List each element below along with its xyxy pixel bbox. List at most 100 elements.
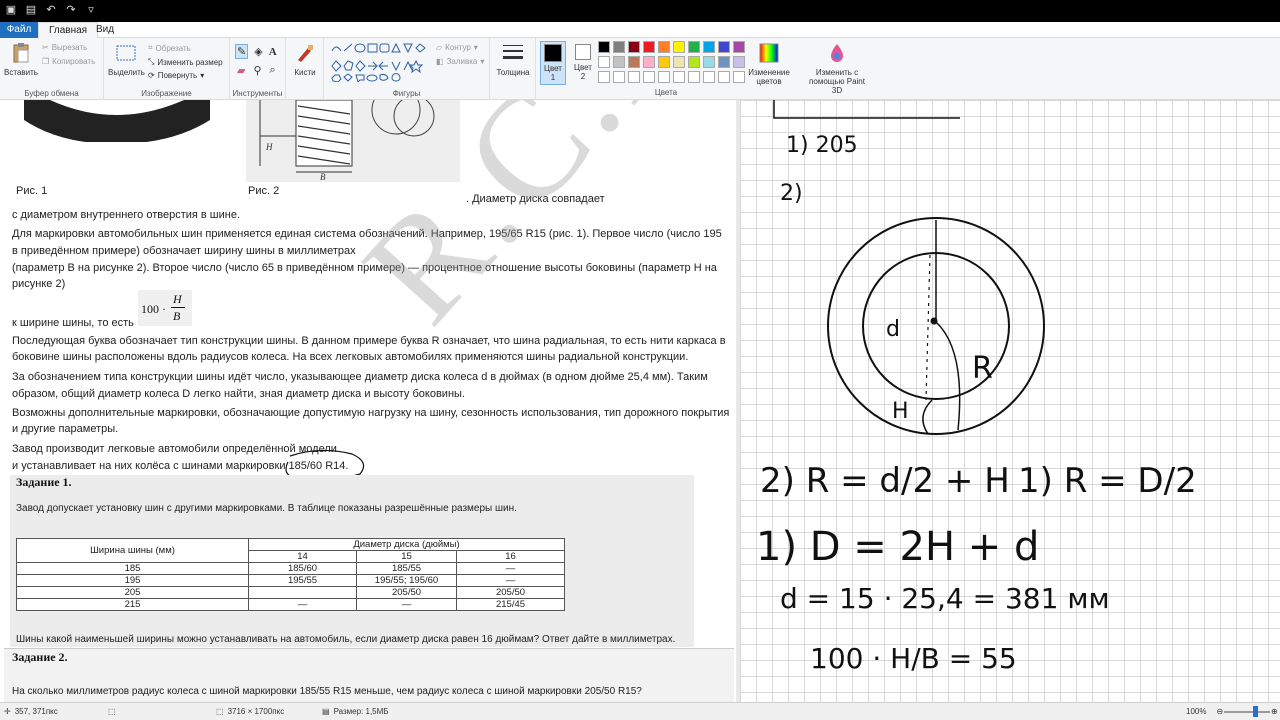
color-swatch[interactable] <box>673 56 685 68</box>
tab-view[interactable]: Вид <box>86 22 124 38</box>
resize-button[interactable]: ⤡ Изменить размер <box>148 57 223 67</box>
dimensions-icon: ⬚ <box>216 707 224 716</box>
equation-ratio: 100 · H/B = 55 <box>810 642 1017 675</box>
width-cell: 185 <box>16 562 249 575</box>
crop-button[interactable]: ⌗ Обрезать <box>148 43 191 53</box>
undo-icon[interactable]: ↶ <box>44 3 58 17</box>
crop-icon: ⌗ <box>148 43 153 52</box>
clipboard-icon <box>13 43 29 63</box>
table-cell: 185/55 <box>356 562 457 575</box>
color1-button[interactable]: Цвет 1 <box>540 41 566 85</box>
disk-icon: ▤ <box>322 707 330 716</box>
color-swatch[interactable] <box>628 56 640 68</box>
color-swatch[interactable] <box>673 71 685 83</box>
color-swatch[interactable] <box>598 56 610 68</box>
color-swatch[interactable] <box>718 56 730 68</box>
doc-line-12: и другие параметры. <box>12 423 119 435</box>
tab-file[interactable]: Файл <box>0 22 38 38</box>
brushes-button[interactable]: Кисти <box>290 42 320 77</box>
rotate-button[interactable]: ⟳ Повернуть ▾ <box>148 71 204 80</box>
eraser-icon[interactable]: ▰ <box>237 64 245 77</box>
color-swatch[interactable] <box>628 41 640 53</box>
equation-diameter: 1) D = 2H + d <box>756 524 1039 570</box>
doc-line-6: к ширине шины, то есть <box>12 317 134 329</box>
file-size: ▤ Размер: 1,5МБ <box>322 707 389 716</box>
color-swatch[interactable] <box>643 41 655 53</box>
formula-coefficient: 100 · <box>141 302 166 316</box>
color-swatch[interactable] <box>613 71 625 83</box>
equation-radius-big: 1) R = D/2 <box>1018 461 1197 501</box>
color2-button[interactable]: Цвет 2 <box>570 41 596 85</box>
rotate-label: Повернуть <box>157 71 198 80</box>
paste-button[interactable]: Вставить <box>4 42 38 77</box>
pencil-icon[interactable]: ✎ <box>235 44 249 59</box>
col-width-header: Ширина шины (мм) <box>16 538 249 563</box>
text-icon[interactable]: A <box>269 46 277 58</box>
customize-icon[interactable]: ▿ <box>84 3 98 17</box>
fill-bucket-icon[interactable]: ◈ <box>254 45 262 58</box>
diameter-14: 14 <box>248 550 357 563</box>
rotate-icon: ⟳ <box>148 71 155 80</box>
color-swatch[interactable] <box>613 41 625 53</box>
color-swatch[interactable] <box>703 71 715 83</box>
cut-label: Вырезать <box>51 43 88 52</box>
shapes-group-label: Фигуры <box>392 89 421 98</box>
selection-icon <box>116 45 136 61</box>
color-swatch[interactable] <box>598 41 610 53</box>
canvas-area[interactable]: H B Рис. 1 Рис. 2 . Диаметр диска совпад… <box>0 100 1280 702</box>
tools-row-1: ✎ ◈ A <box>235 44 277 59</box>
title-bar: ▣ ▤ ↶ ↷ ▿ <box>0 0 1280 22</box>
magnifier-icon[interactable]: ⌕ <box>270 64 276 77</box>
color-swatch[interactable] <box>643 56 655 68</box>
color-swatch[interactable] <box>658 56 670 68</box>
save-icon[interactable]: ▤ <box>24 3 38 17</box>
cut-button[interactable]: ✂ Вырезать <box>42 43 87 52</box>
color-swatch[interactable] <box>658 41 670 53</box>
zoom-out-button[interactable]: ⊖ <box>1216 707 1223 716</box>
resize-label: Изменить размер <box>157 57 223 67</box>
outline-dropdown[interactable]: ▱ Контур ▾ <box>436 43 478 52</box>
file-size-text: Размер: 1,5МБ <box>333 707 389 716</box>
select-button[interactable]: Выделить <box>108 42 145 77</box>
paint3d-label: Изменить с помощью Paint 3D <box>809 68 865 95</box>
color-swatch[interactable] <box>643 71 655 83</box>
copy-label: Копировать <box>52 57 96 66</box>
formula-numerator: H <box>173 292 182 306</box>
table-cell: 195/55 <box>248 574 357 587</box>
brush-icon <box>298 45 313 62</box>
tire-figure-1 <box>20 100 214 146</box>
color-swatch[interactable] <box>703 56 715 68</box>
zoom-slider-track[interactable] <box>1224 711 1270 713</box>
copy-button[interactable]: ❐ Копировать <box>42 57 95 66</box>
color-swatch[interactable] <box>718 71 730 83</box>
color-picker-icon[interactable]: ⚲ <box>253 64 261 77</box>
doc-line-1: с диаметром внутреннего отверстия в шине… <box>12 209 241 221</box>
tire-figure-2: H B <box>246 100 460 182</box>
shapes-gallery[interactable] <box>330 42 434 82</box>
paint3d-button[interactable]: Изменить с помощью Paint 3D <box>806 42 868 95</box>
color-swatch[interactable] <box>613 56 625 68</box>
doc-line-5: рисунке 2) <box>12 278 66 290</box>
color-swatch[interactable] <box>673 41 685 53</box>
table-row: 215— —215/45 <box>16 598 565 611</box>
color-swatch[interactable] <box>598 71 610 83</box>
color-swatch[interactable] <box>688 56 700 68</box>
color-swatch[interactable] <box>718 41 730 53</box>
redo-icon[interactable]: ↷ <box>64 3 78 17</box>
fill-dropdown[interactable]: ◧ Заливка ▾ <box>436 57 484 66</box>
table-row: 205 205/50 205/50 <box>16 586 565 599</box>
quick-access-toolbar: ▣ ▤ ↶ ↷ ▿ <box>4 3 98 17</box>
color-swatch[interactable] <box>703 41 715 53</box>
edit-colors-button[interactable]: Изменение цветов <box>744 42 794 86</box>
zoom-text: 100% <box>1186 707 1207 716</box>
color-swatch[interactable] <box>628 71 640 83</box>
zoom-in-button[interactable]: ⊕ <box>1271 707 1278 716</box>
cursor-icon: ✛ <box>4 707 11 716</box>
zoom-slider-thumb[interactable] <box>1253 706 1258 717</box>
brushes-group: Кисти <box>286 38 324 100</box>
size-button[interactable]: Толщина <box>496 42 530 77</box>
color-swatch[interactable] <box>658 71 670 83</box>
task-2-text: На сколько миллиметров радиус колеса с ш… <box>12 686 642 697</box>
color-swatch[interactable] <box>688 41 700 53</box>
color-swatch[interactable] <box>688 71 700 83</box>
